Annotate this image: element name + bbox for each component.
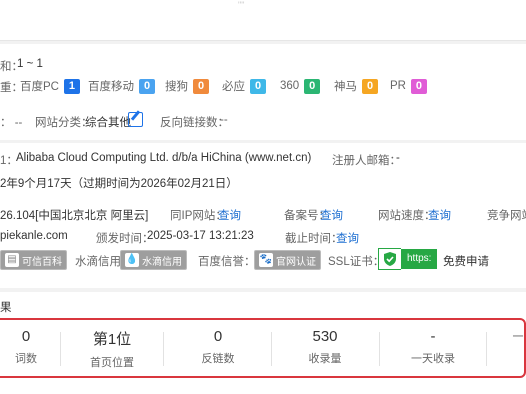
book-icon: ▤ <box>5 253 19 267</box>
weight-badge: 0 <box>193 78 209 94</box>
trust-badge-official[interactable]: 🐾 官网认证 <box>254 250 321 270</box>
speed-label: 网站速度： <box>378 210 436 222</box>
paw-icon: 🐾 <box>259 253 273 267</box>
ip-value: 26.104[中国北京北京 阿里云] <box>0 210 149 222</box>
edit-icon[interactable] <box>128 112 143 128</box>
water-drop-icon: 💧 <box>125 253 139 267</box>
stat-num: - <box>430 328 436 345</box>
weight-badge: 0 <box>362 78 378 94</box>
weight-sogou[interactable]: 搜狗 0 <box>165 78 209 94</box>
category-value: 综合其他 <box>85 117 131 129</box>
icp-link[interactable]: 查询 <box>320 207 343 223</box>
stat-partial[interactable]: 一 <box>488 320 526 376</box>
weight-shenma[interactable]: 神马 0 <box>334 78 378 94</box>
ssl-badge[interactable]: https: <box>378 248 438 270</box>
stat-label: 词数 <box>15 353 37 365</box>
stat-num: 530 <box>312 328 338 345</box>
weight-badge: 0 <box>250 78 266 94</box>
divider <box>163 332 164 366</box>
stat-label: 首页位置 <box>90 357 134 369</box>
ssl-label: SSL证书： <box>328 256 385 268</box>
stat-label: 一 <box>512 331 524 343</box>
competitor-label: 竞争网站 <box>487 210 526 222</box>
stat-num: 0 <box>21 328 31 345</box>
divider <box>379 332 380 366</box>
row3-lead: ： -- <box>0 117 23 129</box>
stat-keywords[interactable]: 0 词数 <box>0 320 56 376</box>
badge-label: 水滴信用 <box>142 256 182 268</box>
weight-bing[interactable]: 必应 0 <box>222 78 266 94</box>
weight-badge: 0 <box>139 78 155 94</box>
weight-baidu-mobile[interactable]: 百度移动 0 <box>88 78 155 94</box>
weight-engine-name: 神马 <box>334 81 357 93</box>
ssl-tag: https: <box>401 249 438 269</box>
stat-num: 第1位 <box>92 331 132 348</box>
badge-label: 可信百科 <box>22 256 62 268</box>
category-label: 网站分类： <box>35 117 93 129</box>
issue-label: 颁发时间： <box>96 233 154 245</box>
rank-value: 1 ~ 1 <box>17 58 43 70</box>
top-strip: "" <box>0 0 526 41</box>
domain-value: piekanle.com <box>0 230 68 242</box>
backlinks-label: 反向链接数： <box>160 117 229 129</box>
weight-engine-name: 百度移动 <box>88 81 134 93</box>
stat-label: 反链数 <box>201 353 235 365</box>
ssl-apply-link[interactable]: 免费申请 <box>443 253 489 269</box>
shield-icon <box>378 248 401 270</box>
weight-pr[interactable]: PR 0 <box>390 78 427 94</box>
weight-badge: 0 <box>410 78 427 94</box>
registrar-value: Alibaba Cloud Computing Ltd. d/b/a HiChi… <box>16 152 312 164</box>
divider <box>271 332 272 366</box>
weight-engine-name: 百度PC <box>20 81 59 93</box>
trust-badge-shuidi[interactable]: 💧 水滴信用 <box>120 250 187 270</box>
badge-label: 官网认证 <box>276 256 316 268</box>
stat-label: 收录量 <box>308 353 342 365</box>
expiry-text: 2年9个月17天（过期时间为2026年02月21日） <box>0 178 238 190</box>
stats-box: 0 词数 第1位 首页位置 0 反链数 530 收录量 - 一天收录 一 <box>0 318 526 378</box>
stat-indexed[interactable]: 530 收录量 <box>273 320 377 376</box>
trust-badge-baike[interactable]: ▤ 可信百科 <box>0 250 67 270</box>
weight-badge: 1 <box>63 78 80 94</box>
issue-value: 2025-03-17 13:21:23 <box>147 230 254 242</box>
weight-360[interactable]: 360 0 <box>280 78 321 94</box>
stat-num: 0 <box>213 328 223 345</box>
expire-link[interactable]: 查询 <box>336 230 359 246</box>
top-dots: "" <box>238 0 245 10</box>
weight-engine-name: PR <box>390 80 406 92</box>
results-section-label: 果 <box>0 302 12 314</box>
email-value: - <box>396 152 400 164</box>
same-ip-link[interactable]: 查询 <box>218 207 241 223</box>
stat-homepage-position[interactable]: 第1位 首页位置 <box>62 320 162 376</box>
weight-baidu-pc[interactable]: 百度PC 1 <box>20 78 80 94</box>
stat-daily-indexed[interactable]: - 一天收录 <box>381 320 485 376</box>
divider <box>60 332 61 366</box>
backlinks-value: -- <box>220 114 228 126</box>
weight-engine-name: 搜狗 <box>165 81 188 93</box>
baidu-trust-label: 百度信誉： <box>198 256 256 268</box>
stat-backlinks[interactable]: 0 反链数 <box>166 320 270 376</box>
email-label: 注册人邮箱： <box>332 155 401 167</box>
stat-label: 一天收录 <box>411 353 455 365</box>
weight-engine-name: 必应 <box>222 81 245 93</box>
weight-engine-name: 360 <box>280 80 300 92</box>
expire-label: 截止时间： <box>285 233 343 245</box>
weight-badge: 0 <box>304 78 321 94</box>
speed-link[interactable]: 查询 <box>428 207 451 223</box>
divider <box>486 332 487 366</box>
